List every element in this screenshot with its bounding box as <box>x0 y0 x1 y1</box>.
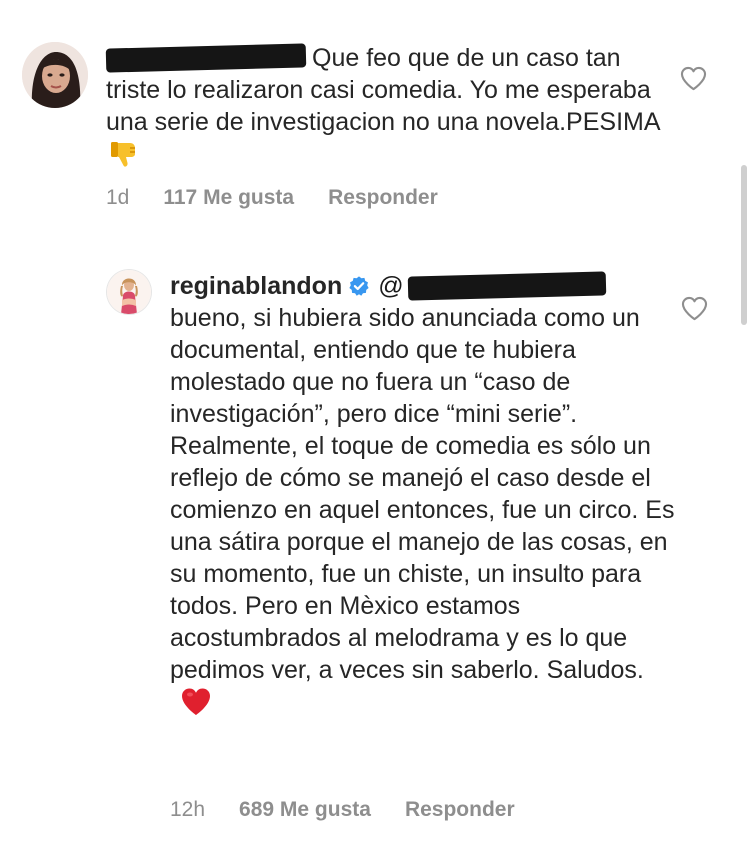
thumbs-down-icon <box>108 138 140 170</box>
reply-button[interactable]: Responder <box>405 798 515 822</box>
mention-prefix[interactable]: @ <box>378 272 403 300</box>
avatar-photo <box>22 42 88 108</box>
comment-meta: 12h 689 Me gusta Responder <box>170 798 515 822</box>
likes-count-link[interactable]: 117 Me gusta <box>163 186 294 210</box>
like-heart-icon[interactable] <box>680 66 707 91</box>
like-heart-icon[interactable] <box>681 296 708 321</box>
comment-text-block: reginablandon @ bueno, si hubiera sido a… <box>170 270 675 720</box>
comment-time: 12h <box>170 798 206 821</box>
redacted-mention <box>407 271 606 301</box>
red-heart-icon <box>180 686 212 718</box>
avatar[interactable] <box>22 42 88 108</box>
scrollbar[interactable] <box>741 165 747 325</box>
avatar-photo <box>107 270 151 314</box>
likes-count-link[interactable]: 689 Me gusta <box>239 798 371 822</box>
comment-body: bueno, si hubiera sido anunciada como un… <box>170 304 675 684</box>
comment-time: 1d <box>106 186 130 209</box>
avatar[interactable] <box>107 270 151 314</box>
comment-meta: 1d 117 Me gusta Responder <box>106 186 438 210</box>
username-link[interactable]: reginablandon <box>170 272 342 300</box>
comment-text-block: Que feo que de un caso tan triste lo rea… <box>105 42 666 172</box>
verified-badge-icon <box>348 273 370 296</box>
reply-button[interactable]: Responder <box>328 186 438 210</box>
redacted-username <box>105 43 307 73</box>
